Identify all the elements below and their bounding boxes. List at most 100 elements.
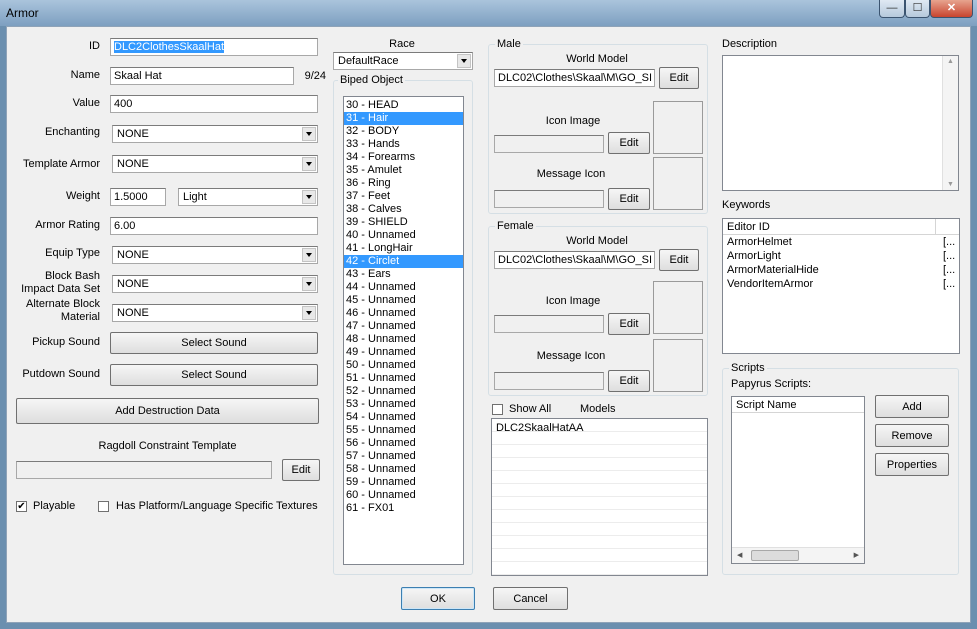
biped-item[interactable]: 30 - HEAD <box>344 99 463 112</box>
biped-item[interactable]: 40 - Unnamed <box>344 229 463 242</box>
biped-item[interactable]: 34 - Forearms <box>344 151 463 164</box>
biped-item[interactable]: 48 - Unnamed <box>344 333 463 346</box>
remove-script-button[interactable]: Remove <box>875 424 949 447</box>
biped-item[interactable]: 41 - LongHair <box>344 242 463 255</box>
scroll-up-icon[interactable]: ▲ <box>947 58 954 65</box>
chevron-down-icon[interactable] <box>302 190 316 204</box>
biped-item[interactable]: 35 - Amulet <box>344 164 463 177</box>
weight-field[interactable]: 1.5000 <box>110 188 166 206</box>
female-icon-image-edit-button[interactable]: Edit <box>608 313 650 335</box>
biped-item[interactable]: 32 - BODY <box>344 125 463 138</box>
close-button[interactable]: ✕ <box>930 0 973 18</box>
armor-rating-field[interactable]: 6.00 <box>110 217 318 235</box>
id-field[interactable]: DLC2ClothesSkaalHat <box>110 38 318 56</box>
male-world-model-field[interactable]: DLC02\Clothes\Skaal\M\GO_SI <box>494 69 655 87</box>
female-message-icon-field[interactable] <box>494 372 604 390</box>
ragdoll-edit-button[interactable]: Edit <box>282 459 320 481</box>
script-name-column-header[interactable]: Script Name <box>732 397 864 413</box>
platform-textures-checkbox[interactable] <box>98 501 109 512</box>
template-armor-select[interactable]: NONE <box>112 155 318 173</box>
biped-item[interactable]: 53 - Unnamed <box>344 398 463 411</box>
scroll-down-icon[interactable]: ▼ <box>947 181 954 188</box>
biped-item[interactable]: 38 - Calves <box>344 203 463 216</box>
biped-item[interactable]: 46 - Unnamed <box>344 307 463 320</box>
model-item[interactable]: DLC2SkaalHatAA <box>492 422 707 435</box>
biped-item[interactable]: 39 - SHIELD <box>344 216 463 229</box>
biped-item[interactable]: 55 - Unnamed <box>344 424 463 437</box>
cancel-button[interactable]: Cancel <box>493 587 568 610</box>
add-destruction-data-button[interactable]: Add Destruction Data <box>16 398 319 424</box>
male-message-icon-edit-button[interactable]: Edit <box>608 188 650 210</box>
description-textarea[interactable]: ▲ ▼ <box>722 55 959 191</box>
show-all-checkbox[interactable] <box>492 404 503 415</box>
race-select[interactable]: DefaultRace <box>333 52 473 70</box>
editor-id-column-header[interactable]: Editor ID <box>727 221 770 233</box>
biped-item[interactable]: 60 - Unnamed <box>344 489 463 502</box>
biped-item[interactable]: 61 - FX01 <box>344 502 463 515</box>
maximize-button[interactable]: ☐ <box>905 0 930 18</box>
biped-item[interactable]: 47 - Unnamed <box>344 320 463 333</box>
keyword-row[interactable]: ArmorLight [... <box>723 249 959 263</box>
biped-item[interactable]: 51 - Unnamed <box>344 372 463 385</box>
chevron-down-icon[interactable] <box>302 157 316 171</box>
ragdoll-field[interactable] <box>16 461 272 479</box>
biped-item[interactable]: 42 - Circlet <box>344 255 463 268</box>
alt-block-select[interactable]: NONE <box>112 304 318 322</box>
biped-item[interactable]: 56 - Unnamed <box>344 437 463 450</box>
biped-item[interactable]: 44 - Unnamed <box>344 281 463 294</box>
female-world-model-edit-button[interactable]: Edit <box>659 249 699 271</box>
minimize-button[interactable]: — <box>879 0 905 18</box>
scroll-left-icon[interactable]: ◀ <box>737 551 742 559</box>
script-properties-button[interactable]: Properties <box>875 453 949 476</box>
add-script-button[interactable]: Add <box>875 395 949 418</box>
putdown-sound-button[interactable]: Select Sound <box>110 364 318 386</box>
biped-item[interactable]: 37 - Feet <box>344 190 463 203</box>
scroll-thumb[interactable] <box>751 550 799 561</box>
pickup-sound-button[interactable]: Select Sound <box>110 332 318 354</box>
description-scrollbar[interactable]: ▲ ▼ <box>942 56 958 190</box>
biped-item[interactable]: 31 - Hair <box>344 112 463 125</box>
biped-item[interactable]: 45 - Unnamed <box>344 294 463 307</box>
female-message-icon-edit-button[interactable]: Edit <box>608 370 650 392</box>
name-field[interactable]: Skaal Hat <box>110 67 294 85</box>
keyword-row[interactable]: ArmorMaterialHide [... <box>723 263 959 277</box>
chevron-down-icon[interactable] <box>302 306 316 320</box>
chevron-down-icon[interactable] <box>302 277 316 291</box>
biped-object-list[interactable]: 30 - HEAD 31 - Hair 32 - BODY 33 - Hands 34 … <box>343 96 464 565</box>
male-world-model-edit-button[interactable]: Edit <box>659 67 699 89</box>
models-list[interactable]: DLC2SkaalHatAA <box>491 418 708 576</box>
biped-item[interactable]: 50 - Unnamed <box>344 359 463 372</box>
female-world-model-field[interactable]: DLC02\Clothes\Skaal\M\GO_SI <box>494 251 655 269</box>
male-message-icon-field[interactable] <box>494 190 604 208</box>
playable-checkbox[interactable]: ✔ <box>16 501 27 512</box>
scripts-list[interactable]: Script Name ◀ ▶ <box>731 396 865 564</box>
block-bash-select[interactable]: NONE <box>112 275 318 293</box>
weight-class-select[interactable]: Light <box>178 188 318 206</box>
title-bar[interactable]: Armor — ☐ ✕ <box>0 0 977 26</box>
keyword-row[interactable]: ArmorHelmet [... <box>723 235 959 249</box>
male-icon-image-field[interactable] <box>494 135 604 153</box>
biped-item[interactable]: 57 - Unnamed <box>344 450 463 463</box>
male-icon-image-edit-button[interactable]: Edit <box>608 132 650 154</box>
chevron-down-icon[interactable] <box>302 248 316 262</box>
scroll-right-icon[interactable]: ▶ <box>854 551 859 559</box>
biped-item[interactable]: 58 - Unnamed <box>344 463 463 476</box>
biped-item[interactable]: 54 - Unnamed <box>344 411 463 424</box>
female-icon-image-field[interactable] <box>494 315 604 333</box>
chevron-down-icon[interactable] <box>457 54 471 68</box>
biped-item[interactable]: 52 - Unnamed <box>344 385 463 398</box>
biped-item[interactable]: 43 - Ears <box>344 268 463 281</box>
scripts-hscrollbar[interactable]: ◀ ▶ <box>732 547 864 563</box>
biped-item[interactable]: 59 - Unnamed <box>344 476 463 489</box>
keywords-header[interactable]: Editor ID <box>723 219 959 235</box>
keywords-list[interactable]: Editor ID ArmorHelmet [... ArmorLight [... A… <box>722 218 960 354</box>
ok-button[interactable]: OK <box>401 587 475 610</box>
biped-item[interactable]: 36 - Ring <box>344 177 463 190</box>
biped-item[interactable]: 33 - Hands <box>344 138 463 151</box>
equip-type-select[interactable]: NONE <box>112 246 318 264</box>
biped-item[interactable]: 49 - Unnamed <box>344 346 463 359</box>
value-field[interactable]: 400 <box>110 95 318 113</box>
keyword-row[interactable]: VendorItemArmor [... <box>723 277 959 291</box>
chevron-down-icon[interactable] <box>302 127 316 141</box>
enchanting-select[interactable]: NONE <box>112 125 318 143</box>
